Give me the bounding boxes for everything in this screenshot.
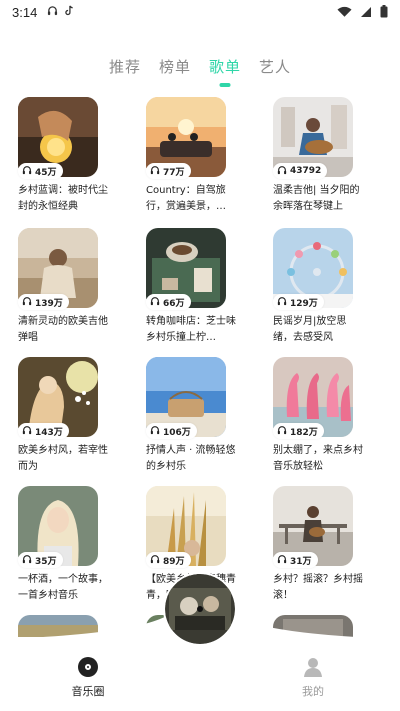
nav-mine-label: 我的 bbox=[302, 685, 324, 698]
playlist-title: 民谣岁月|放空思绪，去感受风 bbox=[273, 316, 347, 343]
bottom-nav: 音乐圈 我的 bbox=[0, 574, 400, 711]
tab-artists[interactable]: 艺人 bbox=[259, 56, 291, 77]
nav-mine[interactable]: 我的 bbox=[283, 657, 343, 699]
play-count-badge: 89万 bbox=[146, 552, 191, 568]
play-count: 31万 bbox=[290, 556, 312, 567]
play-count: 143万 bbox=[35, 427, 63, 438]
play-count-badge: 106万 bbox=[146, 423, 197, 439]
category-tabs: 推荐 榜单 歌单 艺人 bbox=[0, 56, 400, 87]
play-count: 139万 bbox=[35, 298, 63, 309]
play-count: 106万 bbox=[163, 427, 191, 438]
play-count: 77万 bbox=[163, 167, 185, 178]
headphones-icon bbox=[22, 554, 32, 567]
now-playing-disc[interactable] bbox=[165, 574, 235, 644]
play-count-badge: 31万 bbox=[273, 552, 318, 568]
tab-playlists[interactable]: 歌单 bbox=[209, 56, 241, 87]
playlist-grid: 45万 乡村蓝调：被时代尘封的永恒经典 77万 Country：自驾旅行，赏遍美… bbox=[0, 97, 400, 642]
playlist-title: 欧美乡村风，若宰性而为 bbox=[18, 445, 108, 472]
headphones-icon bbox=[150, 554, 160, 567]
playlist-title: 一杯酒，一个故事，一首乡村音乐 bbox=[18, 574, 108, 601]
nav-music-circle[interactable]: 音乐圈 bbox=[58, 657, 118, 699]
tiktok-icon bbox=[64, 5, 74, 20]
headphones-icon bbox=[22, 165, 32, 178]
play-count-badge: 45万 bbox=[18, 163, 63, 179]
play-count: 129万 bbox=[290, 298, 318, 309]
headphones-icon bbox=[277, 165, 287, 178]
headphones-icon bbox=[277, 296, 287, 309]
play-count-badge: 77万 bbox=[146, 163, 191, 179]
nav-music-circle-label: 音乐圈 bbox=[71, 685, 105, 698]
play-count-badge: 139万 bbox=[18, 294, 69, 310]
playlist-title: Country：自驾旅行，赏遍美景，… bbox=[146, 185, 226, 212]
user-icon bbox=[303, 657, 323, 677]
play-count-badge: 35万 bbox=[18, 552, 63, 568]
playlist-title: 转角咖啡店：芝士味乡村乐撞上柠… bbox=[146, 316, 236, 343]
playlist-title: 抒情人声 · 流畅轻悠的乡村乐 bbox=[146, 445, 236, 472]
play-count: 182万 bbox=[290, 427, 318, 438]
active-tab-indicator bbox=[219, 83, 231, 87]
play-count-badge: 182万 bbox=[273, 423, 324, 439]
status-bar: 3:14 bbox=[0, 0, 400, 24]
headphones-icon bbox=[277, 554, 287, 567]
headphones-icon bbox=[150, 165, 160, 178]
battery-icon bbox=[380, 5, 388, 22]
music-circle-icon bbox=[78, 657, 98, 677]
wifi-icon bbox=[337, 6, 352, 22]
headphones-icon bbox=[150, 296, 160, 309]
play-count: 45万 bbox=[35, 167, 57, 178]
play-count-badge: 43792 bbox=[273, 163, 328, 179]
playlist-title: 乡村蓝调：被时代尘封的永恒经典 bbox=[18, 185, 108, 212]
play-count-badge: 66万 bbox=[146, 294, 191, 310]
headphones-icon bbox=[22, 425, 32, 438]
playlist-title: 清新灵动的欧美吉他弹唱 bbox=[18, 316, 108, 343]
play-count-badge: 129万 bbox=[273, 294, 324, 310]
play-count-badge: 143万 bbox=[18, 423, 69, 439]
headphones-icon bbox=[150, 425, 160, 438]
play-count: 66万 bbox=[163, 298, 185, 309]
playlist-title: 别太绷了，来点乡村音乐放轻松 bbox=[273, 445, 363, 472]
tab-recommend[interactable]: 推荐 bbox=[109, 56, 141, 77]
play-count: 43792 bbox=[290, 166, 322, 176]
headphones-icon bbox=[47, 5, 58, 20]
headphones-icon bbox=[277, 425, 287, 438]
play-count: 35万 bbox=[35, 556, 57, 567]
status-time: 3:14 bbox=[12, 4, 38, 20]
headphones-icon bbox=[22, 296, 32, 309]
play-count: 89万 bbox=[163, 556, 185, 567]
signal-icon bbox=[360, 6, 372, 22]
tab-charts[interactable]: 榜单 bbox=[159, 56, 191, 77]
playlist-title: 温柔吉他| 当夕阳的余晖落在琴键上 bbox=[273, 185, 360, 212]
playlist-title: 乡村？摇滚？乡村摇滚！ bbox=[273, 574, 363, 601]
